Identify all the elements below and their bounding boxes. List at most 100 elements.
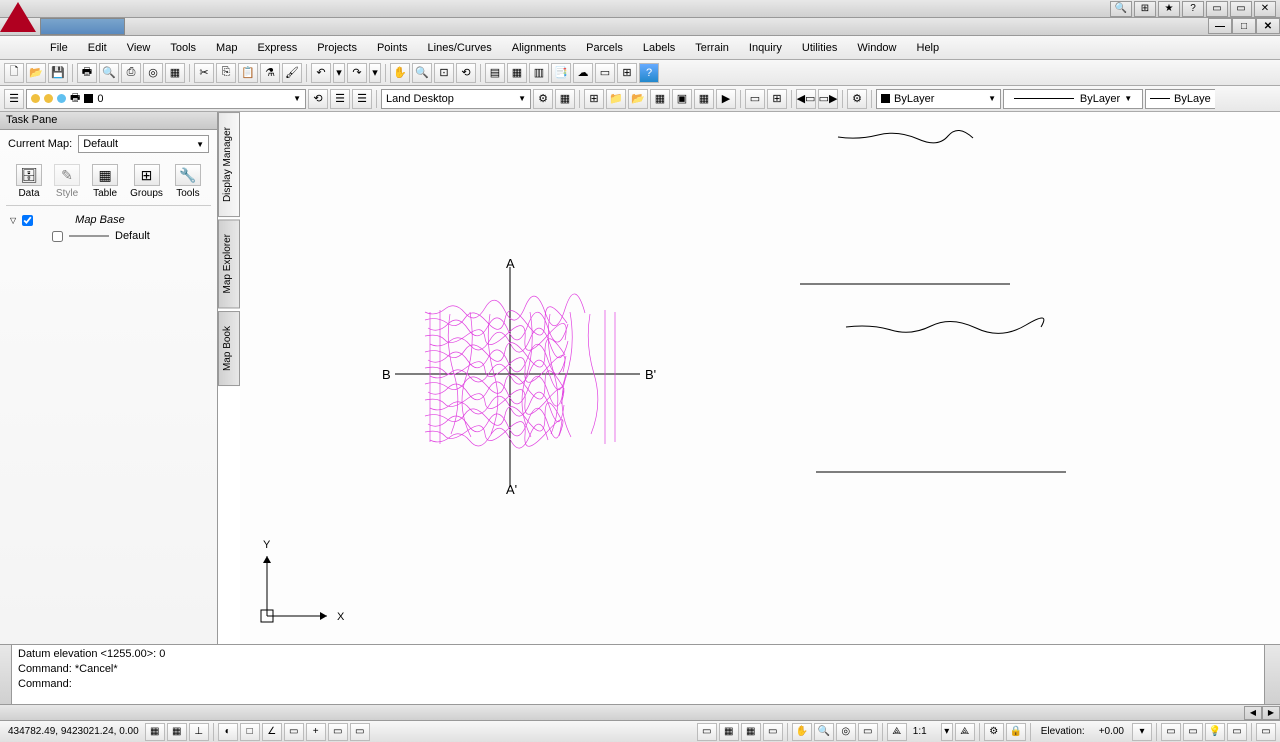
sheet-icon[interactable]: ▦: [165, 63, 185, 83]
current-map-dropdown[interactable]: Default ▼: [78, 135, 209, 153]
copy-icon[interactable]: ⎘: [216, 63, 236, 83]
app-logo-icon[interactable]: [0, 0, 36, 36]
tree-root[interactable]: ▽ Map Base: [10, 212, 207, 228]
stat-icon-2[interactable]: ▭: [1183, 723, 1203, 741]
properties-icon[interactable]: ▤: [485, 63, 505, 83]
close-icon[interactable]: ✕: [1254, 1, 1276, 17]
stat-icon-4[interactable]: ▭: [1227, 723, 1247, 741]
match-icon[interactable]: ⚗: [260, 63, 280, 83]
command-grip[interactable]: [0, 645, 12, 704]
tab-scroll-left[interactable]: ◀: [1244, 706, 1262, 720]
design-center-icon[interactable]: ▦: [507, 63, 527, 83]
block2-icon[interactable]: ⊞: [767, 89, 787, 109]
ortho-toggle[interactable]: ⊥: [189, 723, 209, 741]
maximize-button[interactable]: □: [1232, 18, 1256, 34]
pan-status-icon[interactable]: ✋: [792, 723, 812, 741]
xref5-icon[interactable]: ▣: [672, 89, 692, 109]
menu-labels[interactable]: Labels: [633, 38, 685, 58]
elevation-value[interactable]: +0.00: [1093, 726, 1130, 737]
xref3-icon[interactable]: 📂: [628, 89, 648, 109]
sheet-set-icon[interactable]: 📑: [551, 63, 571, 83]
layout-icon[interactable]: ▭: [763, 723, 783, 741]
tab-scroll-right[interactable]: ▶: [1262, 706, 1280, 720]
new-icon[interactable]: 🗋: [4, 63, 24, 83]
linetype-dropdown[interactable]: ByLayer ▼: [1003, 89, 1143, 109]
zoom-status-icon[interactable]: 🔍: [814, 723, 834, 741]
workspace-save-icon[interactable]: ▦: [555, 89, 575, 109]
arrow-left-icon[interactable]: ◀▭: [796, 89, 816, 109]
menu-terrain[interactable]: Terrain: [685, 38, 739, 58]
clean-screen-icon[interactable]: ▭: [1256, 723, 1276, 741]
tool-table[interactable]: ▦Table: [92, 164, 118, 199]
command-scrollbar[interactable]: [1264, 645, 1280, 704]
snap-toggle[interactable]: ▦: [145, 723, 165, 741]
workspace-switch-icon[interactable]: ⚙: [984, 723, 1004, 741]
scale-dropdown-icon[interactable]: ▾: [941, 723, 953, 741]
ref-icon[interactable]: ⊞: [617, 63, 637, 83]
layer-dropdown[interactable]: 🖶 0 ▼: [26, 89, 306, 109]
tool-tools[interactable]: 🔧Tools: [175, 164, 201, 199]
arrow-right-icon[interactable]: ▭▶: [818, 89, 838, 109]
print-preview-icon[interactable]: 🔍: [99, 63, 119, 83]
settings-icon[interactable]: ⚙: [847, 89, 867, 109]
window-icon[interactable]: ▭: [1206, 1, 1228, 17]
lock-ui-icon[interactable]: 🔒: [1006, 723, 1026, 741]
tool-data[interactable]: 🗄Data: [16, 164, 42, 199]
command-text[interactable]: Datum elevation <1255.00>: 0 Command: *C…: [12, 645, 1264, 704]
markup-icon[interactable]: ☁: [573, 63, 593, 83]
window-icon-2[interactable]: ▭: [1230, 1, 1252, 17]
open-icon[interactable]: 📂: [26, 63, 46, 83]
command-window[interactable]: Datum elevation <1255.00>: 0 Command: *C…: [0, 644, 1280, 704]
cut-icon[interactable]: ✂: [194, 63, 214, 83]
paste-icon[interactable]: 📋: [238, 63, 258, 83]
expand-icon[interactable]: ▽: [10, 216, 16, 225]
qp-toggle[interactable]: ▭: [328, 723, 348, 741]
tree-child[interactable]: Default: [10, 228, 207, 244]
xref7-icon[interactable]: ▶: [716, 89, 736, 109]
layer-previous-icon[interactable]: ⟲: [308, 89, 328, 109]
polar-toggle[interactable]: ◐: [218, 723, 238, 741]
steering-wheel-icon[interactable]: ◎: [836, 723, 856, 741]
elev-dropdown-icon[interactable]: ▾: [1132, 723, 1152, 741]
tool-groups[interactable]: ⊞Groups: [130, 164, 163, 199]
scale-value[interactable]: 1:1: [909, 726, 939, 737]
pan-icon[interactable]: ✋: [390, 63, 410, 83]
layer-manage-icon[interactable]: ☰: [352, 89, 372, 109]
layer-properties-icon[interactable]: ☰: [4, 89, 24, 109]
tool-palettes-icon[interactable]: ▥: [529, 63, 549, 83]
zoom-window-icon[interactable]: ⊡: [434, 63, 454, 83]
menu-view[interactable]: View: [117, 38, 161, 58]
otrack-toggle[interactable]: ∠: [262, 723, 282, 741]
close-button[interactable]: ✕: [1256, 18, 1280, 34]
grid-toggle[interactable]: ▦: [167, 723, 187, 741]
zoom-previous-icon[interactable]: ⟲: [456, 63, 476, 83]
xref2-icon[interactable]: 📁: [606, 89, 626, 109]
quick-view-layouts-icon[interactable]: ▦: [719, 723, 739, 741]
menu-edit[interactable]: Edit: [78, 38, 117, 58]
stat-icon-3[interactable]: 💡: [1205, 723, 1225, 741]
plot-icon[interactable]: ◎: [143, 63, 163, 83]
zoom-realtime-icon[interactable]: 🔍: [412, 63, 432, 83]
tab-map-explorer[interactable]: Map Explorer: [218, 219, 240, 308]
drawing-canvas[interactable]: A A' B B' X Y: [240, 112, 1280, 644]
menu-utilities[interactable]: Utilities: [792, 38, 847, 58]
menu-file[interactable]: File: [40, 38, 78, 58]
stat-icon-1[interactable]: ▭: [1161, 723, 1181, 741]
print-icon[interactable]: 🖶: [77, 63, 97, 83]
map-base-checkbox[interactable]: [22, 215, 33, 226]
block-icon[interactable]: ▭: [745, 89, 765, 109]
coordinates[interactable]: 434782.49, 9423021.24, 0.00: [4, 726, 143, 737]
menu-lines-curves[interactable]: Lines/Curves: [418, 38, 502, 58]
tab-map-book[interactable]: Map Book: [218, 311, 240, 386]
redo-dropdown-icon[interactable]: ▾: [369, 63, 381, 83]
help-icon[interactable]: ?: [1182, 1, 1204, 17]
showmotion-icon[interactable]: ▭: [858, 723, 878, 741]
model-toggle[interactable]: ▭: [350, 723, 370, 741]
undo-dropdown-icon[interactable]: ▾: [333, 63, 345, 83]
menu-tools[interactable]: Tools: [160, 38, 206, 58]
menu-alignments[interactable]: Alignments: [502, 38, 576, 58]
calc-icon[interactable]: ▭: [595, 63, 615, 83]
layer-states-icon[interactable]: ☰: [330, 89, 350, 109]
annotation-scale-icon[interactable]: ⟁: [887, 723, 907, 741]
lwt-toggle[interactable]: +: [306, 723, 326, 741]
